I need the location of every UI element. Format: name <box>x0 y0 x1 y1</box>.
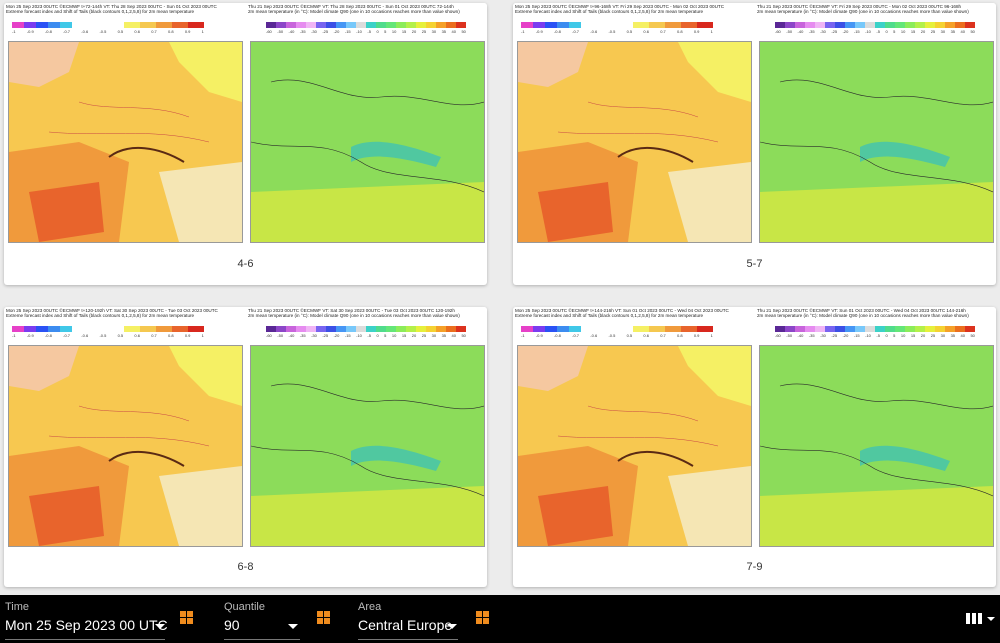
map-header: Mon 25 Sep 2023 00UTC ©ECMWF t+72-144h V… <box>6 4 217 15</box>
color-scale-bar <box>266 326 466 332</box>
q90-panel: Thu 21 Sep 2023 00UTC ©ECMWF VT: Thu 28 … <box>246 3 487 243</box>
efi-map <box>518 42 751 242</box>
color-scale-bar <box>521 326 581 332</box>
q90-map <box>251 346 484 546</box>
q90-map-frame <box>759 41 994 243</box>
card-caption: 6-8 <box>237 561 254 573</box>
q90-panel: Thu 21 Sep 2023 00UTC ©ECMWF VT: Sun 01 … <box>755 307 996 547</box>
card-caption: 4-6 <box>237 258 254 270</box>
color-scale-ticks: -60 -50 -40 -35 -30 -25 -20 -15 -10 -5 0 5 10 15 20 25 3… <box>266 29 466 34</box>
efi-panel: Mon 25 Sep 2023 00UTC ©ECMWF t+72-144h V… <box>4 3 245 243</box>
q90-map-frame <box>250 345 485 547</box>
color-scale-bar <box>266 22 466 28</box>
quantile-value: 90 <box>224 617 240 633</box>
area-grid-icon[interactable] <box>476 611 489 624</box>
color-scale-bar <box>633 326 713 332</box>
map-header: Mon 25 Sep 2023 00UTC ©ECMWF t+120-192h … <box>6 308 218 319</box>
efi-map <box>518 346 751 546</box>
color-scale-ticks: -60 -50 -40 -35 -30 -25 -20 -15 -10 -5 0 5 10 15 20 25 3… <box>775 333 975 338</box>
color-scale-ticks: -1 -0.9 -0.8 -0.7 -0.6 -0.5 0.5 0.6 0.7 0.8 0.9 1 <box>12 333 204 338</box>
time-grid-icon[interactable] <box>180 611 193 624</box>
columns-layout-icon[interactable] <box>966 613 982 624</box>
area-label: Area <box>358 601 382 613</box>
map-header: Thu 21 Sep 2023 00UTC ©ECMWF VT: Sun 01 … <box>757 308 969 319</box>
quantile-grid-icon[interactable] <box>317 611 330 624</box>
efi-map-frame <box>8 41 243 243</box>
efi-panel: Mon 25 Sep 2023 00UTC ©ECMWF t+120-192h … <box>4 307 245 547</box>
efi-map-frame <box>8 345 243 547</box>
map-header: Thu 21 Sep 2023 00UTC ©ECMWF VT: Thu 28 … <box>248 4 460 15</box>
color-scale-ticks: -1 -0.9 -0.8 -0.7 -0.6 -0.5 0.5 0.6 0.7 0.8 0.9 1 <box>521 333 713 338</box>
q90-panel: Thu 21 Sep 2023 00UTC ©ECMWF VT: Sat 30 … <box>246 307 487 547</box>
color-scale-bar <box>633 22 713 28</box>
bottom-toolbar: Time Mon 25 Sep 2023 00 UTC Quantile 90 … <box>0 595 1000 643</box>
color-scale-bar <box>775 326 975 332</box>
map-header: Thu 21 Sep 2023 00UTC ©ECMWF VT: Sat 30 … <box>248 308 460 319</box>
chevron-down-icon <box>288 624 298 629</box>
forecast-card: Mon 25 Sep 2023 00UTC ©ECMWF t+120-192h … <box>4 307 487 587</box>
quantile-label: Quantile <box>224 601 265 613</box>
forecast-card: Mon 25 Sep 2023 00UTC ©ECMWF t+96-168h V… <box>513 3 996 285</box>
time-label: Time <box>5 601 30 613</box>
map-header: Thu 21 Sep 2023 00UTC ©ECMWF VT: Fri 29 … <box>757 4 969 15</box>
efi-map <box>9 42 242 242</box>
efi-map-frame <box>517 345 752 547</box>
color-scale-bar <box>124 326 204 332</box>
time-underline <box>5 639 165 640</box>
q90-map <box>760 346 993 546</box>
q90-panel: Thu 21 Sep 2023 00UTC ©ECMWF VT: Fri 29 … <box>755 3 996 243</box>
efi-map <box>9 346 242 546</box>
color-scale-bar <box>12 22 72 28</box>
efi-panel: Mon 25 Sep 2023 00UTC ©ECMWF t+144-216h … <box>513 307 754 547</box>
forecast-grid: Mon 25 Sep 2023 00UTC ©ECMWF t+72-144h V… <box>0 0 1000 595</box>
color-scale-ticks: -60 -50 -40 -35 -30 -25 -20 -15 -10 -5 0 5 10 15 20 25 3… <box>775 29 975 34</box>
area-underline <box>358 639 458 640</box>
q90-map <box>251 42 484 242</box>
efi-map-frame <box>517 41 752 243</box>
efi-panel: Mon 25 Sep 2023 00UTC ©ECMWF t+96-168h V… <box>513 3 754 243</box>
card-caption: 5-7 <box>746 258 763 270</box>
card-maps: Mon 25 Sep 2023 00UTC ©ECMWF t+144-216h … <box>513 307 996 547</box>
color-scale-bar <box>12 326 72 332</box>
quantile-select[interactable]: Quantile 90 <box>224 595 300 643</box>
quantile-underline <box>224 639 300 640</box>
area-select[interactable]: Area Central Europe <box>358 595 458 643</box>
color-scale-ticks: -60 -50 -40 -35 -30 -25 -20 -15 -10 -5 0 5 10 15 20 25 3… <box>266 333 466 338</box>
card-maps: Mon 25 Sep 2023 00UTC ©ECMWF t+72-144h V… <box>4 3 487 243</box>
forecast-card: Mon 25 Sep 2023 00UTC ©ECMWF t+72-144h V… <box>4 3 487 285</box>
chevron-down-icon[interactable] <box>987 617 995 621</box>
chevron-down-icon <box>447 624 457 629</box>
q90-map-frame <box>250 41 485 243</box>
color-scale-bar <box>521 22 581 28</box>
color-scale-bar <box>124 22 204 28</box>
card-caption: 7-9 <box>746 561 763 573</box>
map-header: Mon 25 Sep 2023 00UTC ©ECMWF t+96-168h V… <box>515 4 725 15</box>
forecast-card: Mon 25 Sep 2023 00UTC ©ECMWF t+144-216h … <box>513 307 996 587</box>
q90-map <box>760 42 993 242</box>
color-scale-ticks: -1 -0.9 -0.8 -0.7 -0.6 -0.5 0.5 0.6 0.7 0.8 0.9 1 <box>521 29 713 34</box>
map-header: Mon 25 Sep 2023 00UTC ©ECMWF t+144-216h … <box>515 308 729 319</box>
area-value: Central Europe <box>358 617 453 633</box>
time-select[interactable]: Time Mon 25 Sep 2023 00 UTC <box>5 595 168 643</box>
color-scale-bar <box>775 22 975 28</box>
color-scale-ticks: -1 -0.9 -0.8 -0.7 -0.6 -0.5 0.5 0.6 0.7 0.8 0.9 1 <box>12 29 204 34</box>
q90-map-frame <box>759 345 994 547</box>
card-maps: Mon 25 Sep 2023 00UTC ©ECMWF t+96-168h V… <box>513 3 996 243</box>
chevron-down-icon <box>155 624 165 629</box>
card-maps: Mon 25 Sep 2023 00UTC ©ECMWF t+120-192h … <box>4 307 487 547</box>
time-value: Mon 25 Sep 2023 00 UTC <box>5 617 168 633</box>
